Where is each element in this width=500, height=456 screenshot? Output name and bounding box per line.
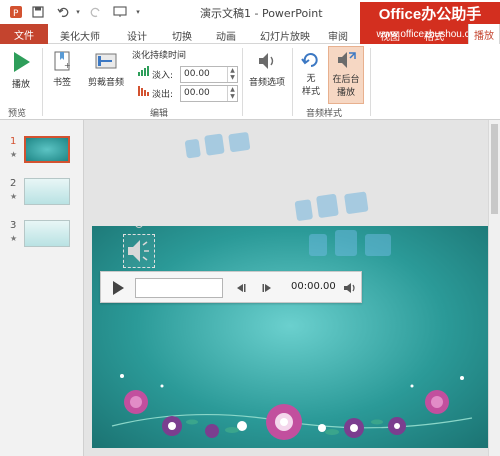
slide-thumbnail-pane: 1 ★ 2 ★ 3 ★ [0, 120, 84, 456]
vertical-scrollbar[interactable] [488, 120, 500, 456]
play-icon [14, 52, 30, 72]
player-time-display: 00:00.00 [291, 281, 336, 292]
slide-thumbnail-3[interactable] [24, 220, 70, 247]
tab-review[interactable]: 审阅 [328, 28, 348, 43]
bookmark-icon: + [54, 51, 71, 71]
fade-out-spinner[interactable]: ▲ ▼ [227, 86, 237, 101]
audio-options-label: 音频选项 [248, 78, 285, 88]
scrollbar-thumb[interactable] [491, 124, 498, 214]
ribbon-playback: 播放 预览 + 书签 剪裁音频 淡化持续时间 淡入: 00.00 ▲ ▼ 淡出: … [0, 44, 500, 120]
audio-player-bar: 00:00.00 [100, 271, 362, 303]
trim-audio-icon [95, 53, 117, 69]
floral-decoration [111, 374, 473, 440]
thumbnail-number: 2 [10, 178, 17, 189]
tab-beautify[interactable]: 美化大师 [60, 28, 100, 43]
fade-duration-label: 淡化持续时间 [132, 51, 187, 61]
no-style-icon [301, 53, 318, 67]
group-separator [42, 48, 43, 116]
speaker-icon [259, 53, 274, 69]
slide-thumbnail-1[interactable] [24, 136, 70, 163]
background-play-icon [338, 52, 356, 68]
no-style-button[interactable]: 无 样式 [296, 48, 326, 97]
slide-thumbnail-2[interactable] [24, 178, 70, 205]
tab-transitions[interactable]: 切换 [172, 28, 192, 43]
tab-format[interactable]: 格式 [424, 28, 444, 43]
slide-canvas[interactable]: 00:00.00 [92, 226, 488, 448]
tab-view[interactable]: 视图 [380, 28, 400, 43]
speaker-icon [128, 240, 149, 262]
player-progress-track[interactable] [135, 278, 223, 298]
save-icon[interactable] [30, 4, 46, 20]
window-title: 演示文稿1 - PowerPoint [200, 7, 323, 20]
audio-options-button[interactable]: 音频选项 [246, 50, 288, 88]
tab-file[interactable]: 文件 [0, 24, 48, 44]
thumbnail-number: 1 [10, 136, 17, 147]
bookmark-button[interactable]: + 书签 [48, 50, 76, 88]
group-label-preview: 预览 [8, 109, 27, 119]
tab-playback[interactable]: 播放 [468, 24, 500, 44]
watermark-logo-graphic [307, 226, 397, 264]
tab-design[interactable]: 设计 [127, 28, 147, 43]
group-separator [292, 48, 293, 116]
trim-audio-label: 剪裁音频 [87, 78, 124, 88]
watermark-logo-graphic [182, 125, 256, 171]
group-label-edit: 编辑 [150, 109, 169, 119]
fade-in-value: 00.00 [184, 69, 210, 79]
animation-star-icon: ★ [10, 234, 18, 243]
customize-qat-icon[interactable]: ▾ [130, 4, 146, 20]
player-play-icon[interactable] [111, 280, 125, 296]
group-separator [242, 48, 243, 116]
fade-in-spinner[interactable]: ▲ ▼ [227, 67, 237, 82]
skip-back-icon[interactable] [235, 282, 247, 294]
fade-out-icon [138, 86, 149, 96]
tab-slideshow[interactable]: 幻灯片放映 [260, 28, 310, 43]
no-style-label-1: 无 [306, 74, 316, 84]
fade-out-value: 00.00 [184, 88, 210, 98]
fade-in-label: 淡入: [152, 71, 174, 81]
fade-in-icon [138, 66, 149, 76]
start-slideshow-icon[interactable] [112, 4, 128, 20]
fade-out-label: 淡出: [152, 90, 174, 100]
slide-editor: 00:00.00 [84, 120, 500, 456]
animation-star-icon: ★ [10, 192, 18, 201]
svg-text:P: P [13, 9, 19, 19]
play-label: 播放 [11, 80, 30, 90]
undo-icon[interactable] [55, 4, 71, 20]
undo-dropdown-icon[interactable]: ▾ [70, 4, 86, 20]
title-bar: P ▾ ▾ 演示文稿1 - PowerPoint Office办公助手 [0, 0, 500, 24]
bookmark-label: 书签 [52, 78, 71, 88]
play-in-background-label-2: 播放 [336, 88, 355, 98]
brand-watermark: Office办公助手 [360, 2, 500, 24]
trim-audio-button[interactable]: 剪裁音频 [84, 50, 128, 88]
group-label-audio-styles: 音频样式 [306, 109, 343, 119]
thumbnail-number: 3 [10, 220, 17, 231]
tab-animations[interactable]: 动画 [216, 28, 236, 43]
ribbon-tab-bar: 文件 美化大师 设计 切换 动画 幻灯片放映 审阅 视图 格式 www.offi… [0, 24, 500, 44]
redo-icon[interactable] [88, 4, 104, 20]
fade-in-input[interactable]: 00.00 ▲ ▼ [180, 66, 238, 83]
volume-icon[interactable] [343, 281, 357, 295]
group-separator [370, 48, 371, 116]
svg-text:+: + [64, 61, 71, 70]
fade-out-input[interactable]: 00.00 ▲ ▼ [180, 85, 238, 102]
audio-object[interactable] [123, 234, 155, 268]
animation-star-icon: ★ [10, 150, 18, 159]
powerpoint-app-icon: P [8, 4, 24, 20]
no-style-label-2: 样式 [301, 87, 320, 97]
play-in-background-label-1: 在后台 [332, 75, 360, 85]
play-in-background-button[interactable]: 在后台 播放 [328, 46, 364, 104]
skip-forward-icon[interactable] [261, 282, 273, 294]
play-button[interactable]: 播放 [6, 50, 36, 90]
rotate-handle[interactable] [135, 226, 143, 228]
